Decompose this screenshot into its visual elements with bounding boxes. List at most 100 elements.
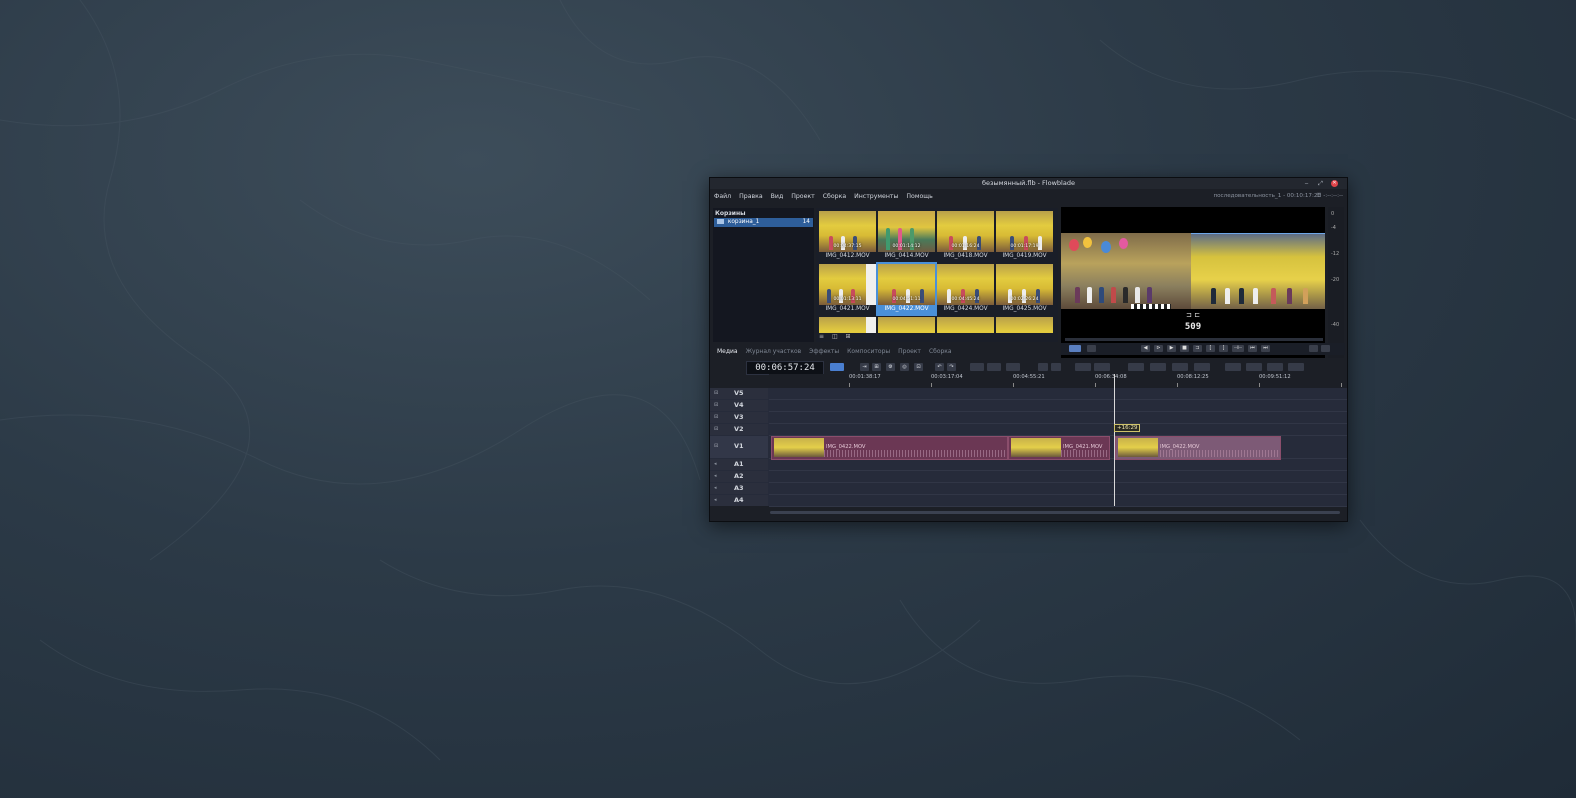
overwrite-clip-icon[interactable] xyxy=(1172,363,1188,371)
zoom-out-icon[interactable] xyxy=(987,363,1001,371)
tab-media[interactable]: Медиа xyxy=(713,347,742,357)
tab-range-log[interactable]: Журнал участков xyxy=(742,347,806,357)
timeline-ruler[interactable]: 00:01:38:17 00:03:17:04 00:04:55:21 00:0… xyxy=(769,374,1347,387)
media-clip[interactable]: 00:01:14:12 IMG_0414.MOV xyxy=(878,211,935,261)
media-clip[interactable]: 00:02:26:24 IMG_0425.MOV xyxy=(996,264,1053,314)
audio-icon[interactable] xyxy=(1288,363,1304,371)
speaker-icon[interactable]: ◂ xyxy=(714,473,717,479)
insert-icon[interactable]: ⊞ xyxy=(872,363,881,371)
close-button[interactable]: ✕ xyxy=(1331,180,1338,187)
track-header-a2[interactable]: ◂ A2 xyxy=(710,471,768,482)
track-lane-v2[interactable] xyxy=(769,424,1347,436)
to-mark-in-button[interactable]: ⏮ xyxy=(1248,345,1257,352)
bin-item[interactable]: корзина_1 14 xyxy=(714,218,813,227)
media-clip-partial[interactable] xyxy=(878,317,935,333)
timecode-display[interactable]: 00:06:57:24 xyxy=(746,361,824,375)
track-header-v1[interactable]: ⊡ V1 xyxy=(710,436,768,458)
minimize-button[interactable]: ‒ xyxy=(1303,180,1310,187)
speaker-icon[interactable]: ◂ xyxy=(714,485,717,491)
list-view-icon[interactable]: ≡ xyxy=(819,333,824,340)
mark-out-button[interactable]: ] xyxy=(1219,345,1228,352)
columns-icon[interactable]: ◫ xyxy=(832,333,838,340)
media-clip[interactable]: 00:01:17:19 IMG_0419.MOV xyxy=(996,211,1053,261)
speaker-icon[interactable]: ◂ xyxy=(714,497,717,503)
insert-clip-icon[interactable] xyxy=(1150,363,1166,371)
menu-tools[interactable]: Инструменты xyxy=(850,189,902,204)
track-lane-a2[interactable] xyxy=(769,471,1347,483)
view-options-icon[interactable] xyxy=(1321,345,1330,352)
media-clip[interactable]: 00:04:45:24 IMG_0424.MOV xyxy=(937,264,994,314)
menu-help[interactable]: Помощь xyxy=(902,189,936,204)
timeline-clip[interactable]: IMG_0421.MOV xyxy=(1008,436,1110,460)
grid-view-icon[interactable]: ⊞ xyxy=(846,333,851,340)
lock-icon[interactable]: ⊡ xyxy=(714,390,718,396)
mark-in-button[interactable]: [ xyxy=(1206,345,1215,352)
zoom-fit-icon[interactable] xyxy=(1006,363,1020,371)
tab-render[interactable]: Сборка xyxy=(925,347,956,357)
media-clip[interactable]: 00:01:13:11 IMG_0421.MOV xyxy=(819,264,876,314)
lift-icon[interactable] xyxy=(1051,363,1061,371)
clear-marks-button[interactable]: ⊣⊢ xyxy=(1232,345,1244,352)
menu-file[interactable]: Файл xyxy=(710,189,735,204)
lock-icon[interactable]: ⊡ xyxy=(714,402,718,408)
tab-compositors[interactable]: Компоситоры xyxy=(843,347,894,357)
next-frame-button[interactable]: ⊐ xyxy=(1193,345,1202,352)
undo-icon[interactable]: ↶ xyxy=(935,363,944,371)
play-reverse-button[interactable]: ⊳ xyxy=(1154,345,1163,352)
sequence-menu[interactable]: ☰ -:--:--:-- xyxy=(1316,189,1343,204)
tab-effects[interactable]: Эффекты xyxy=(805,347,843,357)
track-lane-a3[interactable] xyxy=(769,483,1347,495)
prev-frame-button[interactable]: ◀ xyxy=(1141,345,1150,352)
tab-project[interactable]: Проект xyxy=(894,347,925,357)
redo-icon[interactable]: ↷ xyxy=(947,363,956,371)
cut-icon[interactable] xyxy=(1038,363,1048,371)
stop-button[interactable]: ■ xyxy=(1180,345,1189,352)
track-header-v3[interactable]: ⊡ V3 xyxy=(710,412,768,423)
track-lane-a1[interactable] xyxy=(769,459,1347,471)
track-header-a1[interactable]: ◂ A1 xyxy=(710,459,768,470)
media-clip-partial[interactable] xyxy=(819,317,876,333)
track-lane-v3[interactable] xyxy=(769,412,1347,424)
lock-icon[interactable]: ⊡ xyxy=(714,426,718,432)
media-clip-selected[interactable]: 00:04:51:11 IMG_0422.MOV xyxy=(876,262,937,316)
track-header-v2[interactable]: ⊡ V2 xyxy=(710,424,768,435)
menu-edit[interactable]: Правка xyxy=(735,189,767,204)
clip-monitor-toggle[interactable] xyxy=(1087,345,1096,352)
track-lane-a4[interactable] xyxy=(769,495,1347,507)
maximize-button[interactable]: ⤢ xyxy=(1317,180,1324,187)
media-clip[interactable]: 00:04:37:15 IMG_0412.MOV xyxy=(819,211,876,261)
position-slider[interactable] xyxy=(1065,338,1323,341)
transition-icon[interactable] xyxy=(1246,363,1262,371)
sync-icon[interactable] xyxy=(1194,363,1210,371)
layout-icon[interactable] xyxy=(1309,345,1318,352)
timeline-scrollbar[interactable] xyxy=(770,511,1340,514)
timeline-clip[interactable]: IMG_0422.MOV xyxy=(771,436,1008,460)
append-icon[interactable] xyxy=(1128,363,1144,371)
timeline-monitor-toggle[interactable] xyxy=(1069,345,1081,352)
speaker-icon[interactable]: ◂ xyxy=(714,461,717,467)
delete-range-icon[interactable] xyxy=(1094,363,1110,371)
menu-project[interactable]: Проект xyxy=(787,189,819,204)
lock-icon[interactable]: ⊡ xyxy=(714,443,718,449)
track-lane-v5[interactable] xyxy=(769,388,1347,400)
to-mark-out-button[interactable]: ⏭ xyxy=(1261,345,1270,352)
overwrite-range-icon[interactable] xyxy=(1075,363,1091,371)
media-clip-partial[interactable] xyxy=(937,317,994,333)
splice-icon[interactable]: ⇥ xyxy=(860,363,869,371)
edit-mode-selector[interactable] xyxy=(830,363,844,371)
media-clip[interactable]: 00:01:16:24 IMG_0418.MOV xyxy=(937,211,994,261)
video-monitor[interactable]: ⊐ ⊏ 509 xyxy=(1061,207,1325,358)
track-lane-v1[interactable]: IMG_0422.MOV IMG_0421.MOV IMG_0422.MOV xyxy=(769,436,1347,460)
media-clip-partial[interactable] xyxy=(996,317,1053,333)
menu-render[interactable]: Сборка xyxy=(819,189,850,204)
track-header-a3[interactable]: ◂ A3 xyxy=(710,483,768,494)
track-lane-v4[interactable] xyxy=(769,400,1347,412)
zoom-in-icon[interactable] xyxy=(970,363,984,371)
settings-icon[interactable]: ⚙ xyxy=(886,363,895,371)
playhead[interactable] xyxy=(1114,374,1115,506)
lock-icon[interactable]: ⊡ xyxy=(714,414,718,420)
track-header-v5[interactable]: ⊡ V5 xyxy=(710,388,768,399)
track-header-a4[interactable]: ◂ A4 xyxy=(710,495,768,506)
fade-icon[interactable] xyxy=(1267,363,1283,371)
compositor-icon[interactable] xyxy=(1225,363,1241,371)
